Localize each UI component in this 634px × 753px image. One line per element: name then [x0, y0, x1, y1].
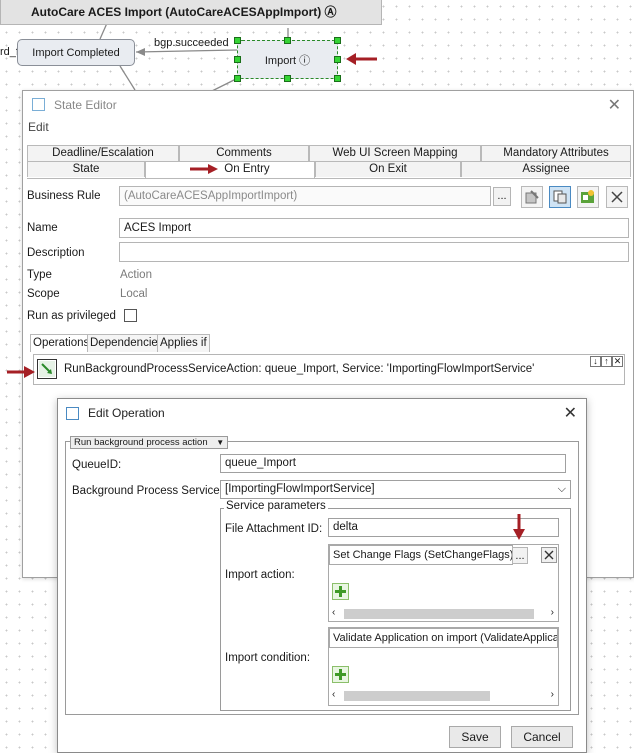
copy-rule-icon[interactable] — [549, 186, 571, 208]
annotation-arrow-icon — [513, 514, 525, 540]
close-icon[interactable]: ✕ — [564, 403, 577, 423]
chevron-down-icon: ▼ — [216, 438, 225, 447]
service-parameters-label: Service parameters — [224, 500, 328, 512]
tab-deadline-escalation[interactable]: Deadline/Escalation — [27, 145, 179, 161]
subtab-operations[interactable]: Operations — [30, 334, 93, 352]
queue-id-input[interactable]: queue_Import — [220, 454, 566, 473]
edge-label-succeeded[interactable]: bgp.succeeded — [154, 37, 229, 49]
import-action-label: Import action: — [225, 569, 295, 581]
tab-web-ui-screen-mapping[interactable]: Web UI Screen Mapping — [309, 145, 481, 161]
resize-handle[interactable] — [334, 75, 341, 82]
tab-on-entry-label: On Entry — [224, 163, 270, 175]
operations-list[interactable]: RunBackgroundProcessServiceAction: queue… — [33, 354, 625, 385]
queue-id-label: QueueID: — [72, 459, 122, 471]
import-condition-value[interactable]: Validate Application on import (Validate… — [329, 628, 558, 648]
move-up-icon[interactable]: ↑ — [601, 356, 612, 367]
state-node-import-label: Import ⓘ — [264, 54, 311, 67]
run-as-privileged-checkbox[interactable] — [124, 309, 137, 322]
delete-icon[interactable]: ✕ — [612, 356, 623, 367]
remove-icon[interactable] — [541, 547, 557, 563]
business-rule-label: Business Rule — [27, 190, 101, 202]
scrollbar-thumb[interactable] — [344, 609, 534, 619]
state-editor-titlebar: State Editor — [23, 91, 633, 118]
background-service-value: [ImportingFlowImportService] — [225, 483, 375, 495]
edit-operation-title: Edit Operation — [88, 406, 165, 420]
name-input[interactable]: ACES Import — [119, 218, 629, 238]
edit-rule-icon[interactable] — [521, 186, 543, 208]
tab-assignee[interactable]: Assignee — [461, 161, 631, 177]
business-rule-field[interactable]: (AutoCareACESAppImportImport) — [119, 186, 491, 206]
subtab-applies-if[interactable]: Applies if — [157, 334, 210, 352]
annotation-arrow-icon — [7, 366, 35, 378]
name-label: Name — [27, 222, 58, 234]
action-type-dropdown[interactable]: Run background process action ▼ — [70, 436, 229, 449]
scrollbar-thumb[interactable] — [344, 691, 490, 701]
horizontal-scrollbar[interactable]: ‹ › — [330, 689, 558, 703]
menu-edit[interactable]: Edit — [28, 120, 49, 134]
scroll-right-icon[interactable]: › — [551, 689, 554, 700]
import-action-browse-button[interactable]: ... — [512, 547, 528, 564]
save-button[interactable]: Save — [449, 726, 501, 748]
import-condition-label: Import condition: — [225, 652, 311, 664]
resize-handle[interactable] — [284, 75, 291, 82]
resize-handle[interactable] — [234, 75, 241, 82]
import-action-value[interactable]: Set Change Flags (SetChangeFlags) — [329, 545, 513, 565]
close-icon[interactable]: ✕ — [608, 95, 621, 115]
remove-rule-icon[interactable] — [606, 186, 628, 208]
business-rule-browse-button[interactable]: ... — [493, 187, 511, 206]
tab-row-top: Deadline/Escalation Comments Web UI Scre… — [27, 145, 631, 161]
tab-divider — [27, 178, 631, 179]
tab-on-exit[interactable]: On Exit — [315, 161, 461, 177]
description-input[interactable] — [119, 242, 629, 262]
import-action-list[interactable]: Set Change Flags (SetChangeFlags) ... ‹ … — [328, 544, 559, 622]
rule-wizard-icon[interactable] — [577, 186, 599, 208]
resize-handle[interactable] — [334, 56, 341, 63]
edit-operation-dialog: Edit Operation ✕ Run background process … — [57, 398, 587, 753]
workflow-title: AutoCare ACES Import (AutoCareACESAppImp… — [0, 0, 382, 25]
tab-state[interactable]: State — [27, 161, 145, 177]
import-condition-list[interactable]: Validate Application on import (Validate… — [328, 627, 559, 706]
resize-handle[interactable] — [234, 56, 241, 63]
subtab-dependencies[interactable]: Dependencies — [87, 334, 167, 352]
operation-row-text[interactable]: RunBackgroundProcessServiceAction: queue… — [64, 363, 534, 375]
add-icon[interactable] — [332, 666, 349, 683]
run-as-privileged-label: Run as privileged — [27, 310, 116, 322]
move-down-icon[interactable]: ↓ — [590, 356, 601, 367]
operation-row-controls: ↓ ↑ ✕ — [590, 356, 623, 367]
resize-handle[interactable] — [234, 37, 241, 44]
horizontal-scrollbar[interactable]: ‹ › — [330, 607, 558, 621]
scope-value: Local — [120, 288, 148, 300]
state-node-import[interactable]: Import ⓘ — [237, 40, 338, 79]
cancel-button[interactable]: Cancel — [511, 726, 573, 748]
resize-handle[interactable] — [334, 37, 341, 44]
scroll-left-icon[interactable]: ‹ — [332, 689, 335, 700]
annotation-arrow-icon — [346, 53, 377, 65]
type-value: Action — [120, 269, 152, 281]
tab-row-bottom: State On Entry On Exit Assignee — [27, 161, 631, 179]
add-icon[interactable] — [332, 583, 349, 600]
window-icon — [66, 406, 79, 420]
window-icon — [32, 98, 45, 111]
operation-edit-icon[interactable] — [37, 359, 57, 379]
tab-mandatory-attributes[interactable]: Mandatory Attributes — [481, 145, 631, 161]
background-service-label: Background Process Service: — [72, 485, 223, 497]
scope-label: Scope — [27, 288, 60, 300]
type-label: Type — [27, 269, 52, 281]
tab-on-entry[interactable]: On Entry — [145, 161, 315, 179]
state-node-import-completed[interactable]: Import Completed — [17, 39, 135, 66]
menubar: Edit — [23, 118, 633, 138]
edit-operation-titlebar: Edit Operation — [58, 399, 586, 427]
background-service-select[interactable]: [ImportingFlowImportService] ⌵ — [220, 480, 571, 499]
tab-comments[interactable]: Comments — [179, 145, 309, 161]
file-attachment-label: File Attachment ID: — [225, 523, 323, 535]
description-label: Description — [27, 247, 85, 259]
state-editor-title: State Editor — [54, 97, 117, 112]
chevron-down-icon: ⌵ — [557, 483, 566, 495]
scroll-left-icon[interactable]: ‹ — [332, 607, 335, 618]
resize-handle[interactable] — [284, 37, 291, 44]
action-type-label: Run background process action — [74, 437, 208, 448]
annotation-arrow-icon — [190, 163, 219, 174]
scroll-right-icon[interactable]: › — [551, 607, 554, 618]
